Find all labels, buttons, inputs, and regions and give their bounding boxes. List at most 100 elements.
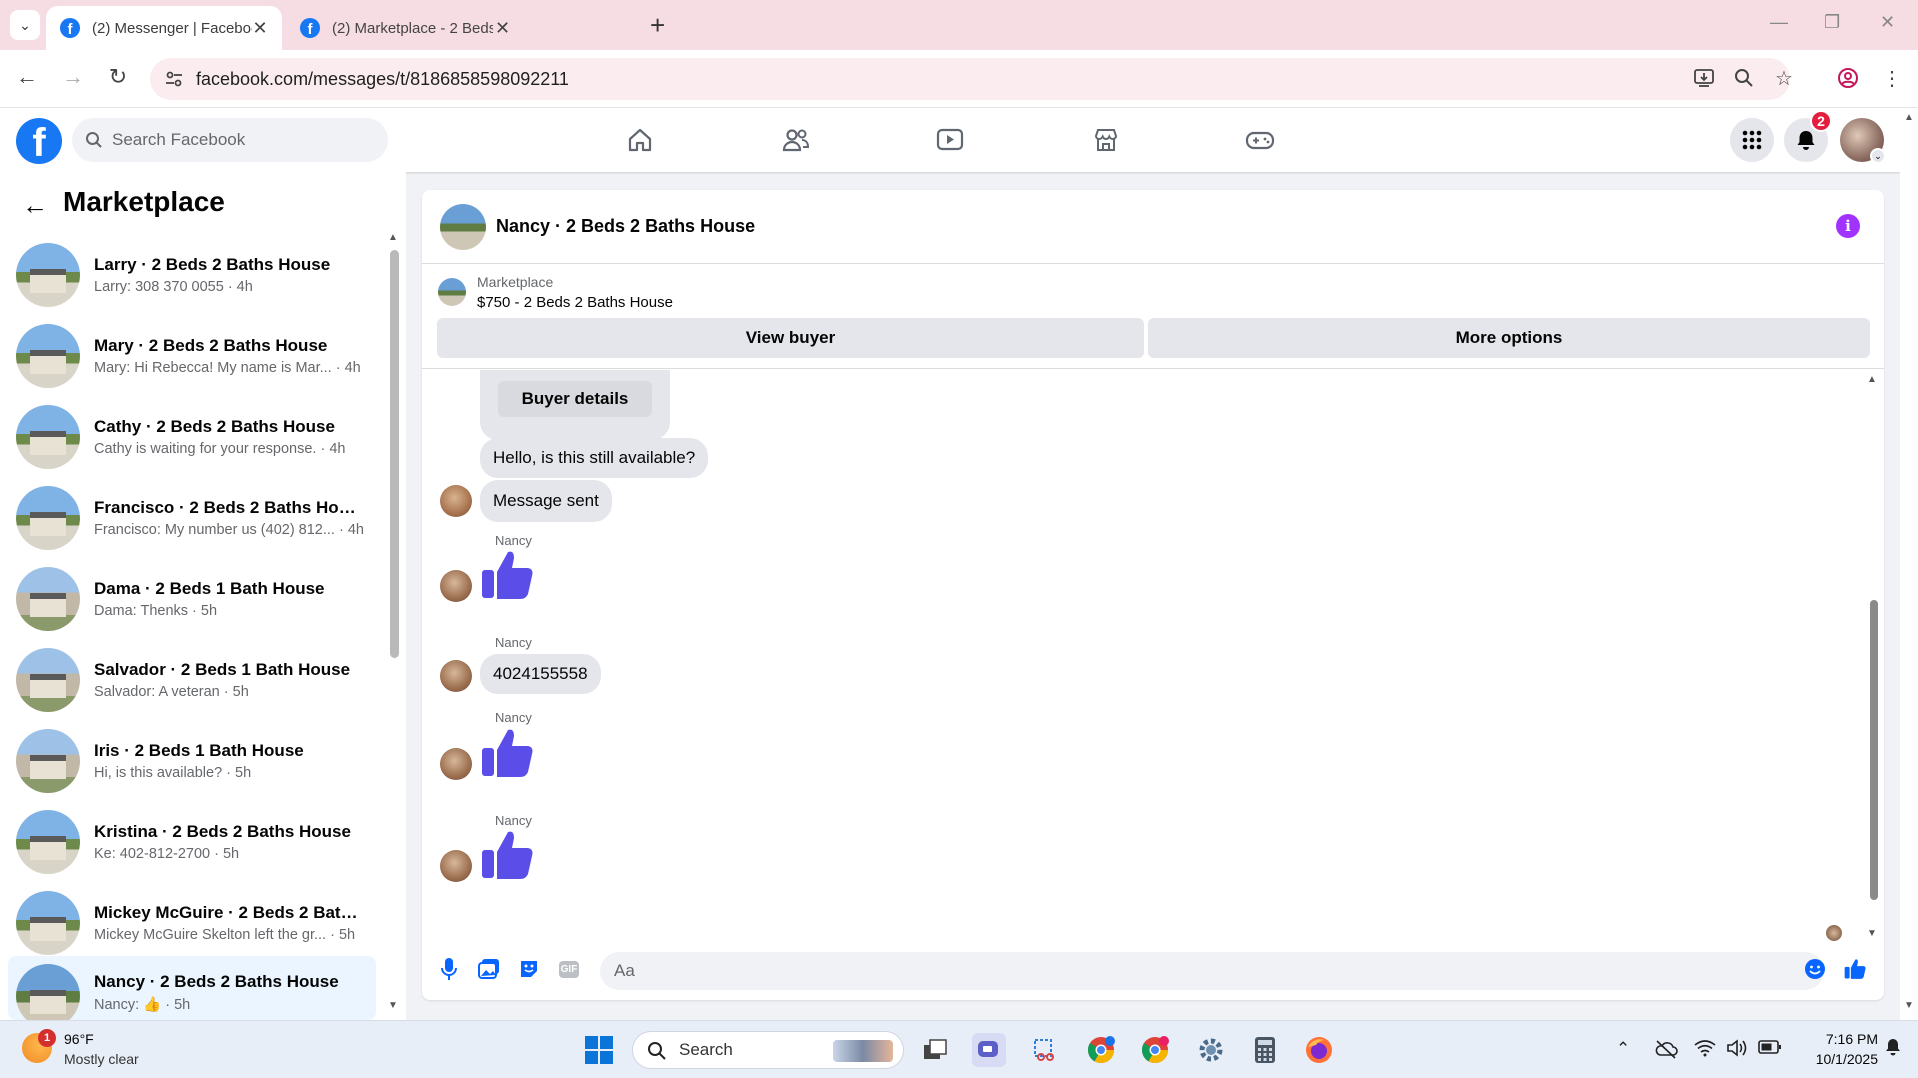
weather-description[interactable]: Mostly clear (64, 1051, 139, 1067)
conversation-item[interactable]: Cathy · 2 Beds 2 Baths House Cathy is wai… (8, 398, 376, 476)
listing-thumbnail (16, 891, 80, 955)
scrollbar-thumb[interactable] (1870, 600, 1878, 900)
chevron-down-icon[interactable]: ⌄ (1870, 148, 1886, 164)
listing-thumbnail (16, 648, 80, 712)
marketplace-conversation-panel: ← Marketplace Larry · 2 Beds 2 Baths Hou… (0, 172, 406, 1020)
tab-list-button[interactable]: ⌄ (10, 10, 40, 40)
close-tab-icon[interactable]: ✕ (493, 18, 512, 39)
conversation-item[interactable]: Mickey McGuire · 2 Beds 2 Bath... Mickey … (8, 884, 376, 962)
conversation-item[interactable]: Salvador · 2 Beds 1 Bath House Salvador: … (8, 641, 376, 719)
thumbs-up-icon (482, 729, 533, 777)
message-input[interactable]: Aa (600, 952, 1824, 990)
panel-title: Marketplace (63, 186, 225, 217)
bookmark-star-icon[interactable]: ☆ (1770, 64, 1798, 92)
scrollbar-thumb[interactable] (390, 250, 399, 658)
weather-temperature[interactable]: 96°F (64, 1031, 94, 1047)
conversation-item[interactable]: Mary · 2 Beds 2 Baths House Mary: Hi Rebe… (8, 317, 376, 395)
sender-avatar[interactable] (440, 660, 472, 692)
clock-time[interactable]: 7:16 PM (1798, 1031, 1878, 1047)
back-icon[interactable]: ← (12, 64, 42, 90)
calculator-icon[interactable] (1248, 1033, 1282, 1067)
snipping-tool-icon[interactable] (1028, 1033, 1062, 1067)
close-window-icon[interactable]: ✕ (1880, 12, 1895, 33)
scroll-up-icon[interactable]: ▲ (388, 232, 398, 243)
microphone-icon[interactable] (436, 956, 462, 982)
photo-icon[interactable] (476, 956, 502, 982)
notification-center-bell-icon[interactable] (1884, 1037, 1902, 1062)
sender-avatar[interactable] (440, 485, 472, 517)
url-bar[interactable]: facebook.com/messages/t/8186858598092211 (150, 58, 1790, 100)
wifi-icon[interactable] (1694, 1039, 1716, 1062)
conversation-item[interactable]: Kristina · 2 Beds 2 Baths House Ke: 402-8… (8, 803, 376, 881)
gaming-icon[interactable] (1240, 122, 1280, 158)
settings-gear-icon[interactable] (1194, 1033, 1228, 1067)
thumbs-up-icon (482, 551, 533, 599)
emoji-icon[interactable] (1802, 956, 1828, 982)
page-scrollbar[interactable]: ▲ ▼ (1900, 108, 1918, 1020)
taskbar-search-box[interactable]: Search (632, 1031, 904, 1069)
info-icon[interactable]: i (1836, 214, 1860, 238)
forward-icon[interactable]: → (58, 64, 88, 90)
onedrive-icon[interactable] (1654, 1039, 1678, 1064)
volume-icon[interactable] (1726, 1039, 1748, 1062)
reload-icon[interactable]: ↻ (103, 64, 133, 90)
conversation-item[interactable]: Francisco · 2 Beds 2 Baths House Francisc… (8, 479, 376, 557)
seen-indicator-avatar (1826, 925, 1842, 941)
buyer-details-button[interactable]: Buyer details (498, 381, 652, 417)
listing-thumbnail (16, 486, 80, 550)
conversation-name: Mary · 2 Beds 2 Baths House (94, 336, 328, 355)
marketplace-icon[interactable] (1086, 122, 1126, 158)
listing-price-title[interactable]: $750 - 2 Beds 2 Baths House (477, 294, 673, 311)
clock-date[interactable]: 10/1/2025 (1798, 1051, 1878, 1067)
facebook-logo[interactable]: f (16, 118, 62, 164)
conversation-name: Nancy · 2 Beds 2 Baths House (94, 972, 339, 991)
chat-listing-avatar[interactable] (440, 204, 486, 250)
bell-icon (1797, 131, 1815, 150)
chat-title[interactable]: Nancy · 2 Beds 2 Baths House (496, 216, 755, 237)
home-icon[interactable] (620, 122, 660, 158)
scroll-down-icon[interactable]: ▼ (388, 1000, 398, 1011)
chrome-profile-b-icon[interactable] (1138, 1033, 1172, 1067)
sticker-icon[interactable] (516, 956, 542, 982)
listing-mini-thumbnail (438, 278, 466, 306)
close-tab-icon[interactable]: ✕ (252, 18, 268, 39)
install-app-icon[interactable] (1690, 64, 1718, 92)
video-icon[interactable] (930, 122, 970, 158)
minimize-icon[interactable]: — (1770, 12, 1788, 33)
marketplace-label: Marketplace (477, 274, 554, 290)
scroll-down-icon[interactable]: ▼ (1867, 928, 1877, 939)
conversation-item-selected[interactable]: Nancy · 2 Beds 2 Baths House Nancy: 👍 · 5… (8, 956, 376, 1020)
gif-icon[interactable]: GIF (556, 956, 582, 982)
tab-messenger[interactable]: f (2) Messenger | Facebook ✕ (46, 6, 282, 50)
menu-grid-button[interactable] (1730, 118, 1774, 162)
zoom-icon[interactable] (1730, 64, 1758, 92)
firefox-icon[interactable] (1302, 1033, 1336, 1067)
facebook-search-input[interactable]: Search Facebook (72, 118, 388, 162)
profile-icon[interactable] (1834, 64, 1862, 92)
new-tab-button[interactable]: + (650, 12, 665, 38)
site-settings-icon[interactable] (164, 69, 184, 89)
menu-kebab-icon[interactable]: ⋮ (1878, 64, 1906, 92)
windows-start-icon[interactable] (582, 1033, 616, 1067)
friends-icon[interactable] (776, 122, 816, 158)
restore-icon[interactable]: ❐ (1824, 12, 1840, 33)
task-view-icon[interactable] (918, 1033, 952, 1067)
send-like-icon[interactable] (1842, 956, 1868, 982)
view-buyer-button[interactable]: View buyer (437, 318, 1144, 358)
sender-avatar[interactable] (440, 570, 472, 602)
chevron-down-icon: ⌄ (19, 16, 31, 33)
scroll-up-icon[interactable]: ▲ (1867, 374, 1877, 385)
back-arrow-icon[interactable]: ← (22, 190, 48, 221)
battery-icon[interactable] (1758, 1039, 1782, 1060)
sender-avatar[interactable] (440, 748, 472, 780)
tab-marketplace[interactable]: f (2) Marketplace - 2 Beds 2 Bath ✕ (286, 6, 526, 50)
conversation-item[interactable]: Larry · 2 Beds 2 Baths House Larry: 308 3… (8, 236, 376, 314)
teams-chat-icon[interactable] (972, 1033, 1006, 1067)
facebook-header: f Search Facebook 2 ⌄ (0, 108, 1900, 172)
more-options-button[interactable]: More options (1148, 318, 1870, 358)
show-hidden-icons[interactable]: ⌃ (1616, 1039, 1630, 1059)
sender-avatar[interactable] (440, 850, 472, 882)
conversation-item[interactable]: Dama · 2 Beds 1 Bath House Dama: Thenks ·… (8, 560, 376, 638)
conversation-item[interactable]: Iris · 2 Beds 1 Bath House Hi, is this av… (8, 722, 376, 800)
chrome-profile-a-icon[interactable] (1084, 1033, 1118, 1067)
